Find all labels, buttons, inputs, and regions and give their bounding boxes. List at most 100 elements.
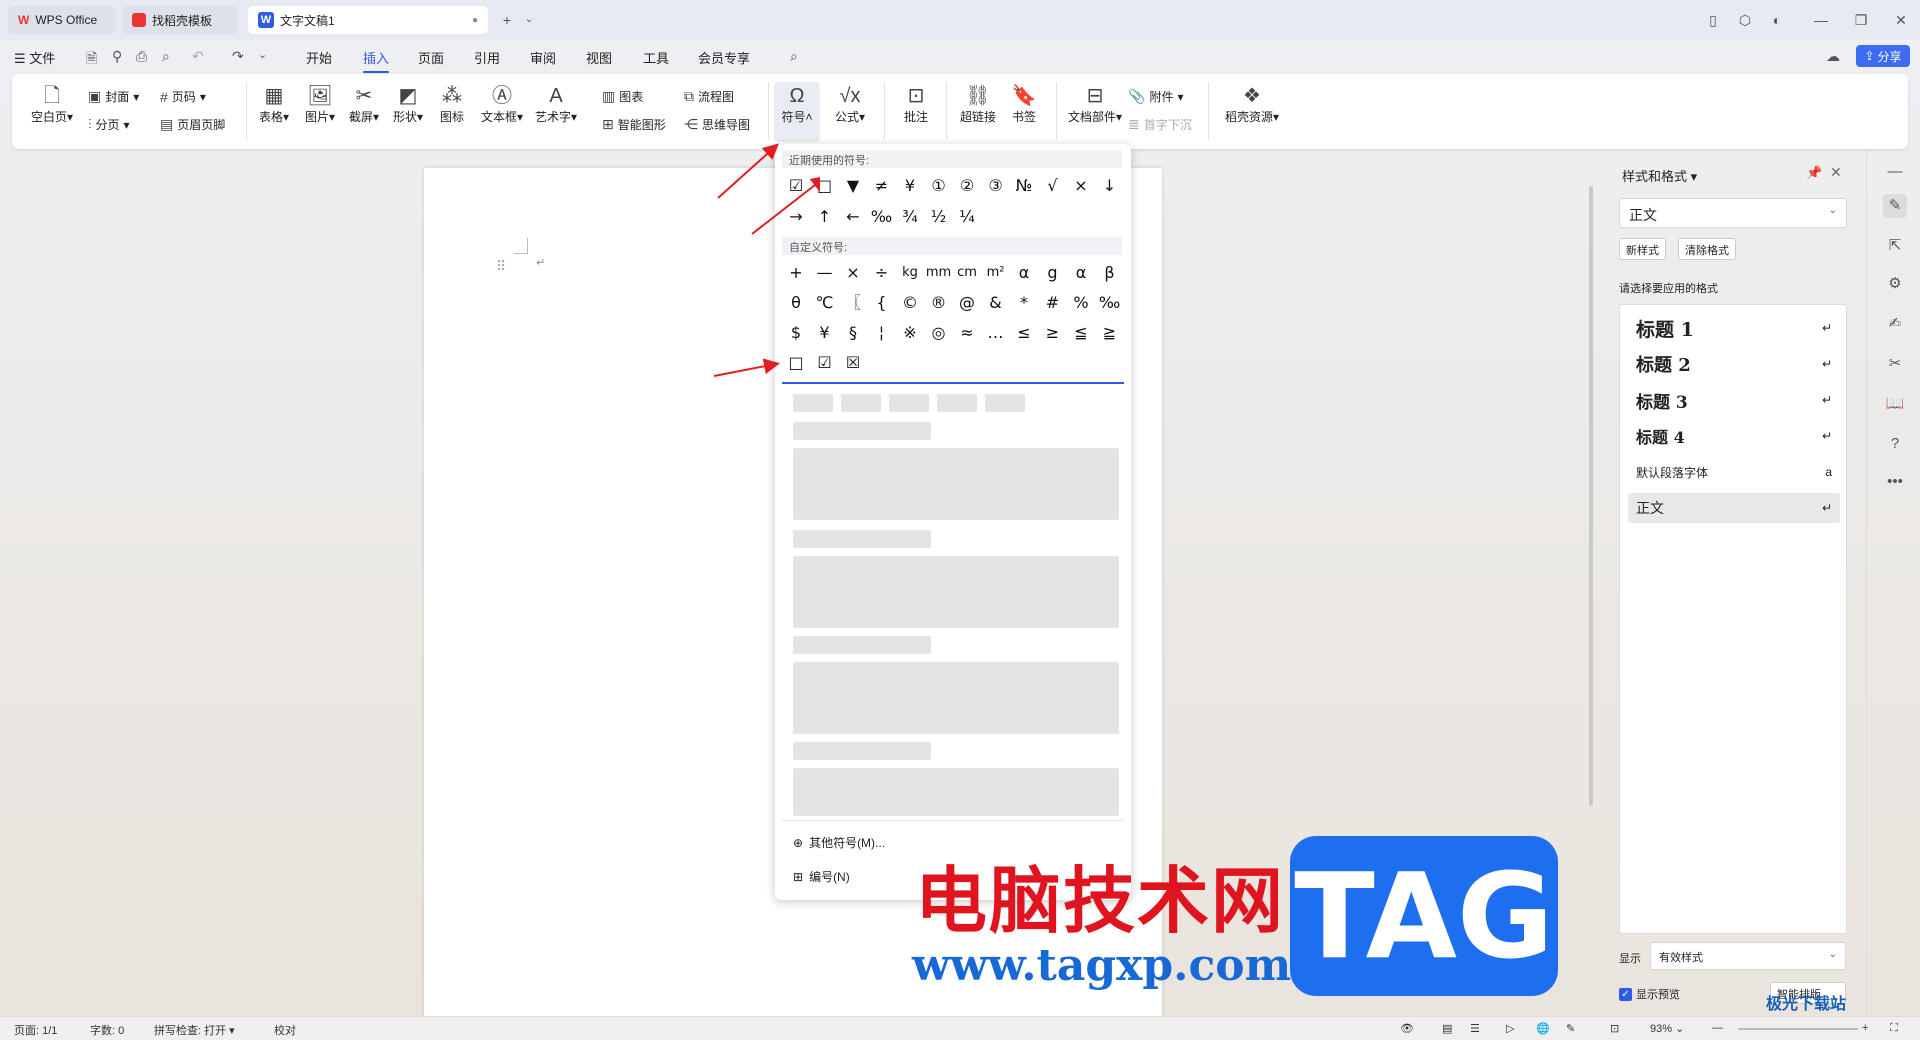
box-icon[interactable]: ⬡ [1734,9,1756,31]
show-preview-checkbox[interactable]: ✓ 显示预览 [1619,986,1680,1002]
attachment-button[interactable]: 📎 附件 ▾ [1128,88,1183,105]
select-icon[interactable]: ⇱ [1883,234,1907,258]
search-icon[interactable]: ⌕ [790,48,798,65]
pen-icon[interactable]: ✎ [1566,1022,1575,1035]
zoom-in-icon[interactable]: + [1862,1022,1868,1034]
more-chevron-icon[interactable]: ⌄ [258,48,267,61]
icon-button[interactable]: ⁂ 图标 [424,84,480,125]
tab-wps-office[interactable]: W WPS Office [8,6,116,34]
page-view-icon[interactable]: ▤ [1442,1022,1452,1035]
symbol-cell[interactable]: … [983,321,1009,345]
resources-button[interactable]: ❖ 稻壳资源▾ [1220,84,1284,125]
scrollbar-thumb[interactable] [1589,186,1593,806]
style-heading-2[interactable]: 标题 2 ↵ [1628,349,1840,379]
symbol-cell[interactable]: ‰ [869,205,895,229]
spell-check-toggle[interactable]: 拼写检查: 打开 ▾ [154,1022,235,1038]
menu-reference[interactable]: 引用 [474,48,500,67]
symbol-cell[interactable]: √ [1040,174,1066,198]
chart-button[interactable]: ▥ 图表 [602,88,643,105]
proofread-button[interactable]: 校对 [274,1022,296,1038]
book-icon[interactable]: 📖 [1883,392,1907,416]
menu-insert[interactable]: 插入 [363,48,390,73]
menu-member[interactable]: 会员专享 [698,48,750,67]
symbol-cell[interactable]: mm [926,261,952,285]
redo-icon[interactable]: ↷ [232,48,244,65]
comment-button[interactable]: ⊡ 批注 [888,84,944,125]
symbol-cell[interactable]: m² [983,261,1009,285]
preview-icon[interactable]: ⌕ [162,48,170,65]
symbol-cell[interactable]: ≥ [1040,321,1066,345]
menu-page[interactable]: 页面 [418,48,444,67]
symbol-cell[interactable]: ≠ [869,174,895,198]
page-number-button[interactable]: # 页码 ▾ [160,88,206,105]
symbol-cell[interactable]: № [1011,174,1037,198]
vertical-scrollbar[interactable] [1586,156,1596,1012]
new-style-button[interactable]: 新样式 [1619,238,1666,260]
symbol-cell[interactable]: { [869,291,895,315]
symbol-cell[interactable]: ↓ [1097,174,1123,198]
symbol-cell[interactable]: * [1011,291,1037,315]
symbol-cell[interactable]: ① [926,174,952,198]
symbol-cell[interactable]: ≤ [1011,321,1037,345]
word-count[interactable]: 字数: 0 [90,1022,124,1038]
edit-icon[interactable]: ✍ [1883,312,1907,336]
eye-icon[interactable]: 👁 [1400,1022,1414,1035]
symbol-cell[interactable]: α [1068,261,1094,285]
flowchart-button[interactable]: ⧉ 流程图 [684,88,734,105]
style-heading-3[interactable]: 标题 3 ↵ [1628,385,1840,415]
symbol-cell[interactable]: ¾ [897,205,923,229]
symbol-cell[interactable]: α [1011,261,1037,285]
symbol-cell[interactable]: © [897,291,923,315]
symbol-cell[interactable]: & [983,291,1009,315]
restore-icon[interactable]: ❐ [1850,9,1872,31]
fullscreen-icon[interactable]: ⛶ [1890,1022,1898,1035]
symbol-cell[interactable]: ▼ [840,174,866,198]
help-icon[interactable]: ? [1883,432,1907,456]
symbol-cell[interactable]: % [1068,291,1094,315]
symbol-cell[interactable]: ½ [926,205,952,229]
style-body[interactable]: 正文 ↵ [1628,493,1840,523]
symbol-cell[interactable]: ≦ [1068,321,1094,345]
play-icon[interactable]: ▷ [1506,1022,1514,1035]
numbering-item[interactable]: ⊞ 编号(N) [793,868,850,885]
outline-view-icon[interactable]: ☰ [1470,1022,1480,1035]
menu-tools[interactable]: 工具 [643,48,669,67]
pin-icon[interactable]: 📌 [1806,165,1822,181]
symbol-cell[interactable]: β [1097,261,1123,285]
menu-start[interactable]: 开始 [306,48,332,67]
symbol-cell[interactable]: ◎ [926,321,952,345]
cloud-icon[interactable]: ☁ [1826,48,1840,65]
tab-unsaved-dot-icon[interactable]: ● [472,15,478,26]
menu-review[interactable]: 审阅 [530,48,556,67]
bookmark-button[interactable]: 🔖 书签 [996,84,1052,125]
symbol-cell[interactable]: @ [954,291,980,315]
show-filter-select[interactable]: 有效样式 ⌄ [1650,942,1846,970]
symbol-cell[interactable]: ¦ [869,321,895,345]
tools-icon[interactable]: ✂ [1883,352,1907,376]
symbol-cell[interactable]: × [1068,174,1094,198]
page-break-button[interactable]: ⫶ 分页 ▾ [88,116,130,133]
menu-view[interactable]: 视图 [586,48,612,67]
style-heading-1[interactable]: 标题 1 ↵ [1628,313,1840,343]
wordart-button[interactable]: A 艺术字▾ [528,84,584,125]
undo-icon[interactable]: ↶ [192,48,204,65]
minimize-icon[interactable]: — [1810,9,1832,31]
symbol-cell[interactable]: cm [954,261,980,285]
close-pane-icon[interactable]: ✕ [1830,164,1842,181]
tab-document[interactable]: W 文字文稿1 ● [248,6,488,34]
zoom-slider[interactable] [1738,1028,1858,1030]
fit-icon[interactable]: ⊡ [1610,1022,1619,1035]
share-button[interactable]: ⇪ 分享 [1856,45,1910,67]
print-icon[interactable]: ⎙ [136,48,147,65]
drop-cap-button[interactable]: ≣ 首字下沉 [1128,116,1192,133]
web-view-icon[interactable]: 🌐 [1536,1022,1550,1035]
symbol-cell[interactable]: ‰ [1097,291,1123,315]
symbol-cell[interactable]: ¥ [897,174,923,198]
symbol-cell[interactable]: ② [954,174,980,198]
styles-pane-title[interactable]: 样式和格式 ▾ [1622,166,1697,185]
tab-list-chevron-icon[interactable]: ⌄ [518,9,540,31]
format-painter-icon[interactable]: ⚲ [112,48,122,65]
symbol-cell[interactable]: kg [897,261,923,285]
zoom-level[interactable]: 93% ⌄ [1650,1022,1684,1035]
avatar[interactable]: ◐ [1766,9,1788,31]
